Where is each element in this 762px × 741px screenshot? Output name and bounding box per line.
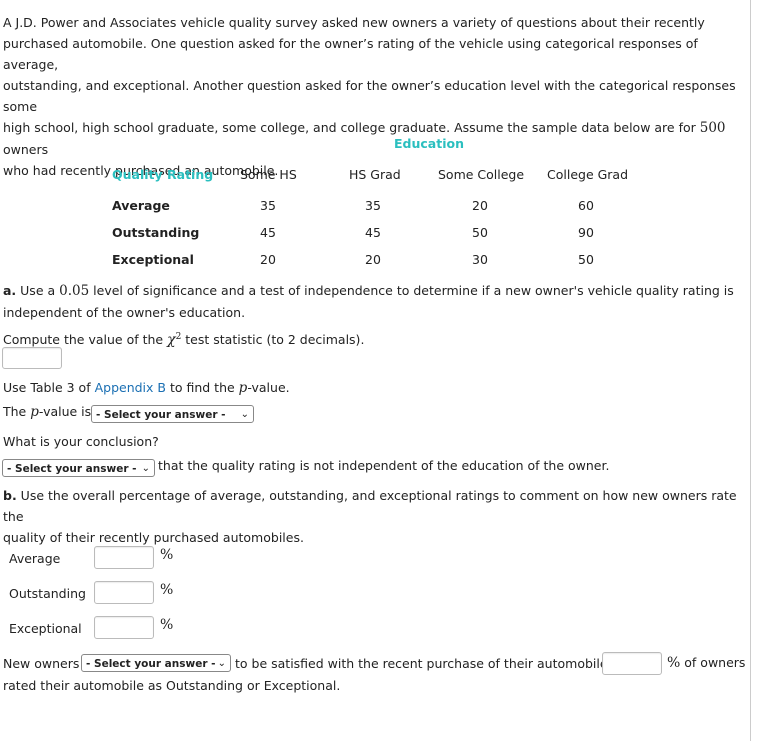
- prompt-text: -value.: [247, 380, 290, 395]
- column-header: HS Grad: [349, 167, 401, 182]
- intro-text: high school, high school graduate, some …: [3, 120, 700, 135]
- conclusion-text: that the quality rating is not independe…: [158, 458, 610, 473]
- column-header: College Grad: [547, 167, 629, 182]
- outstanding-exceptional-percent-input[interactable]: [602, 652, 662, 675]
- part-a-text: Use a: [16, 283, 60, 298]
- intro-line: A J.D. Power and Associates vehicle qual…: [3, 15, 705, 30]
- prompt-text: Use Table 3 of: [3, 380, 95, 395]
- part-b-text: Use the overall percentage of average, o…: [3, 488, 737, 524]
- column-header: Some College: [438, 167, 525, 182]
- percent-unit: %: [667, 655, 681, 671]
- percent-unit: %: [160, 582, 174, 598]
- outstanding-percent-input[interactable]: [94, 581, 154, 604]
- row-label: Exceptional: [112, 252, 194, 267]
- prompt-text: to find the: [165, 380, 239, 395]
- chevron-down-icon: ⌄: [141, 463, 150, 474]
- part-b-label: b.: [3, 488, 17, 503]
- pvalue-row: The p-value is: [3, 404, 91, 420]
- table-cell: 50: [578, 252, 594, 267]
- intro-line: purchased automobile. One question asked…: [3, 36, 698, 72]
- table-cell: 90: [578, 225, 594, 240]
- part-a-line: independent of the owner's education.: [3, 305, 246, 320]
- p-symbol: p: [238, 380, 248, 396]
- table-cell: 35: [365, 198, 381, 213]
- appendix-prompt: Use Table 3 of Appendix B to find the p-…: [3, 377, 290, 399]
- intro-line: outstanding, and exceptional. Another qu…: [3, 78, 736, 114]
- select-value: - Select your answer -: [96, 409, 226, 421]
- table-cell: 20: [472, 198, 488, 213]
- conclusion-select[interactable]: - Select your answer - ⌄: [2, 459, 155, 477]
- prompt-text: -value is: [38, 404, 92, 419]
- field-label: Exceptional: [9, 621, 82, 636]
- satisfaction-select[interactable]: - Select your answer - ⌄: [81, 654, 231, 672]
- chi-symbol: χ: [167, 332, 176, 349]
- prompt-text: What is your conclusion?: [3, 434, 159, 449]
- row-label: Average: [112, 198, 170, 213]
- p-symbol: p: [30, 404, 39, 420]
- part-b-line: b. Use the overall percentage of average…: [3, 485, 748, 527]
- education-header: Education: [394, 136, 464, 151]
- pvalue-select[interactable]: - Select your answer - ⌄: [91, 405, 254, 423]
- prompt-text: Compute the value of the: [3, 332, 168, 348]
- part-a-question: a. Use a 0.05 level of significance and …: [3, 280, 748, 323]
- table-cell: 45: [365, 225, 381, 240]
- prompt-text: The: [3, 404, 31, 419]
- part-b-line: quality of their recently purchased auto…: [3, 530, 304, 545]
- table-cell: 45: [260, 225, 276, 240]
- percent-owners-text: % of owners: [667, 655, 745, 671]
- part-a-label: a.: [3, 283, 17, 298]
- part-a-text: level of significance and a test of inde…: [89, 283, 734, 298]
- table-cell: 50: [472, 225, 488, 240]
- select-value: - Select your answer -: [7, 463, 137, 475]
- intro-line: high school, high school graduate, some …: [3, 117, 748, 160]
- significance-level: 0.05: [59, 283, 90, 299]
- chevron-down-icon: ⌄: [217, 658, 226, 669]
- table-cell: 20: [260, 252, 276, 267]
- appendix-b-link[interactable]: Appendix B: [95, 380, 166, 395]
- chevron-down-icon: ⌄: [240, 409, 249, 420]
- percent-unit: %: [160, 547, 174, 563]
- average-percent-input[interactable]: [94, 546, 154, 569]
- prompt-text: test statistic (to 2 decimals).: [181, 332, 365, 348]
- table-cell: 60: [578, 198, 594, 213]
- new-owners-text: New owners: [3, 656, 80, 671]
- satisfied-text: to be satisfied with the recent purchase…: [235, 656, 612, 671]
- table-cell: 20: [365, 252, 381, 267]
- part-a-line: a. Use a 0.05 level of significance and …: [3, 280, 748, 302]
- exceptional-percent-input[interactable]: [94, 616, 154, 639]
- conclusion-question: What is your conclusion?: [3, 431, 159, 452]
- field-label: Average: [9, 551, 61, 566]
- quality-rating-header: Quality Rating: [112, 167, 214, 182]
- sample-size: 500: [699, 120, 726, 136]
- select-value: - Select your answer -: [86, 658, 216, 670]
- owners-text: of owners: [680, 655, 746, 670]
- percent-unit: %: [160, 617, 174, 633]
- intro-paragraph: A J.D. Power and Associates vehicle qual…: [3, 12, 748, 181]
- part-b-question: b. Use the overall percentage of average…: [3, 485, 748, 548]
- field-label: Outstanding: [9, 586, 86, 601]
- final-line: rated their automobile as Outstanding or…: [3, 678, 341, 693]
- table-cell: 30: [472, 252, 488, 267]
- table-cell: 35: [260, 198, 276, 213]
- intro-text: owners: [3, 142, 49, 157]
- content-border: [750, 0, 751, 741]
- column-header: Some HS: [240, 167, 297, 182]
- row-label: Outstanding: [112, 225, 200, 240]
- chi-square-input[interactable]: [2, 347, 62, 369]
